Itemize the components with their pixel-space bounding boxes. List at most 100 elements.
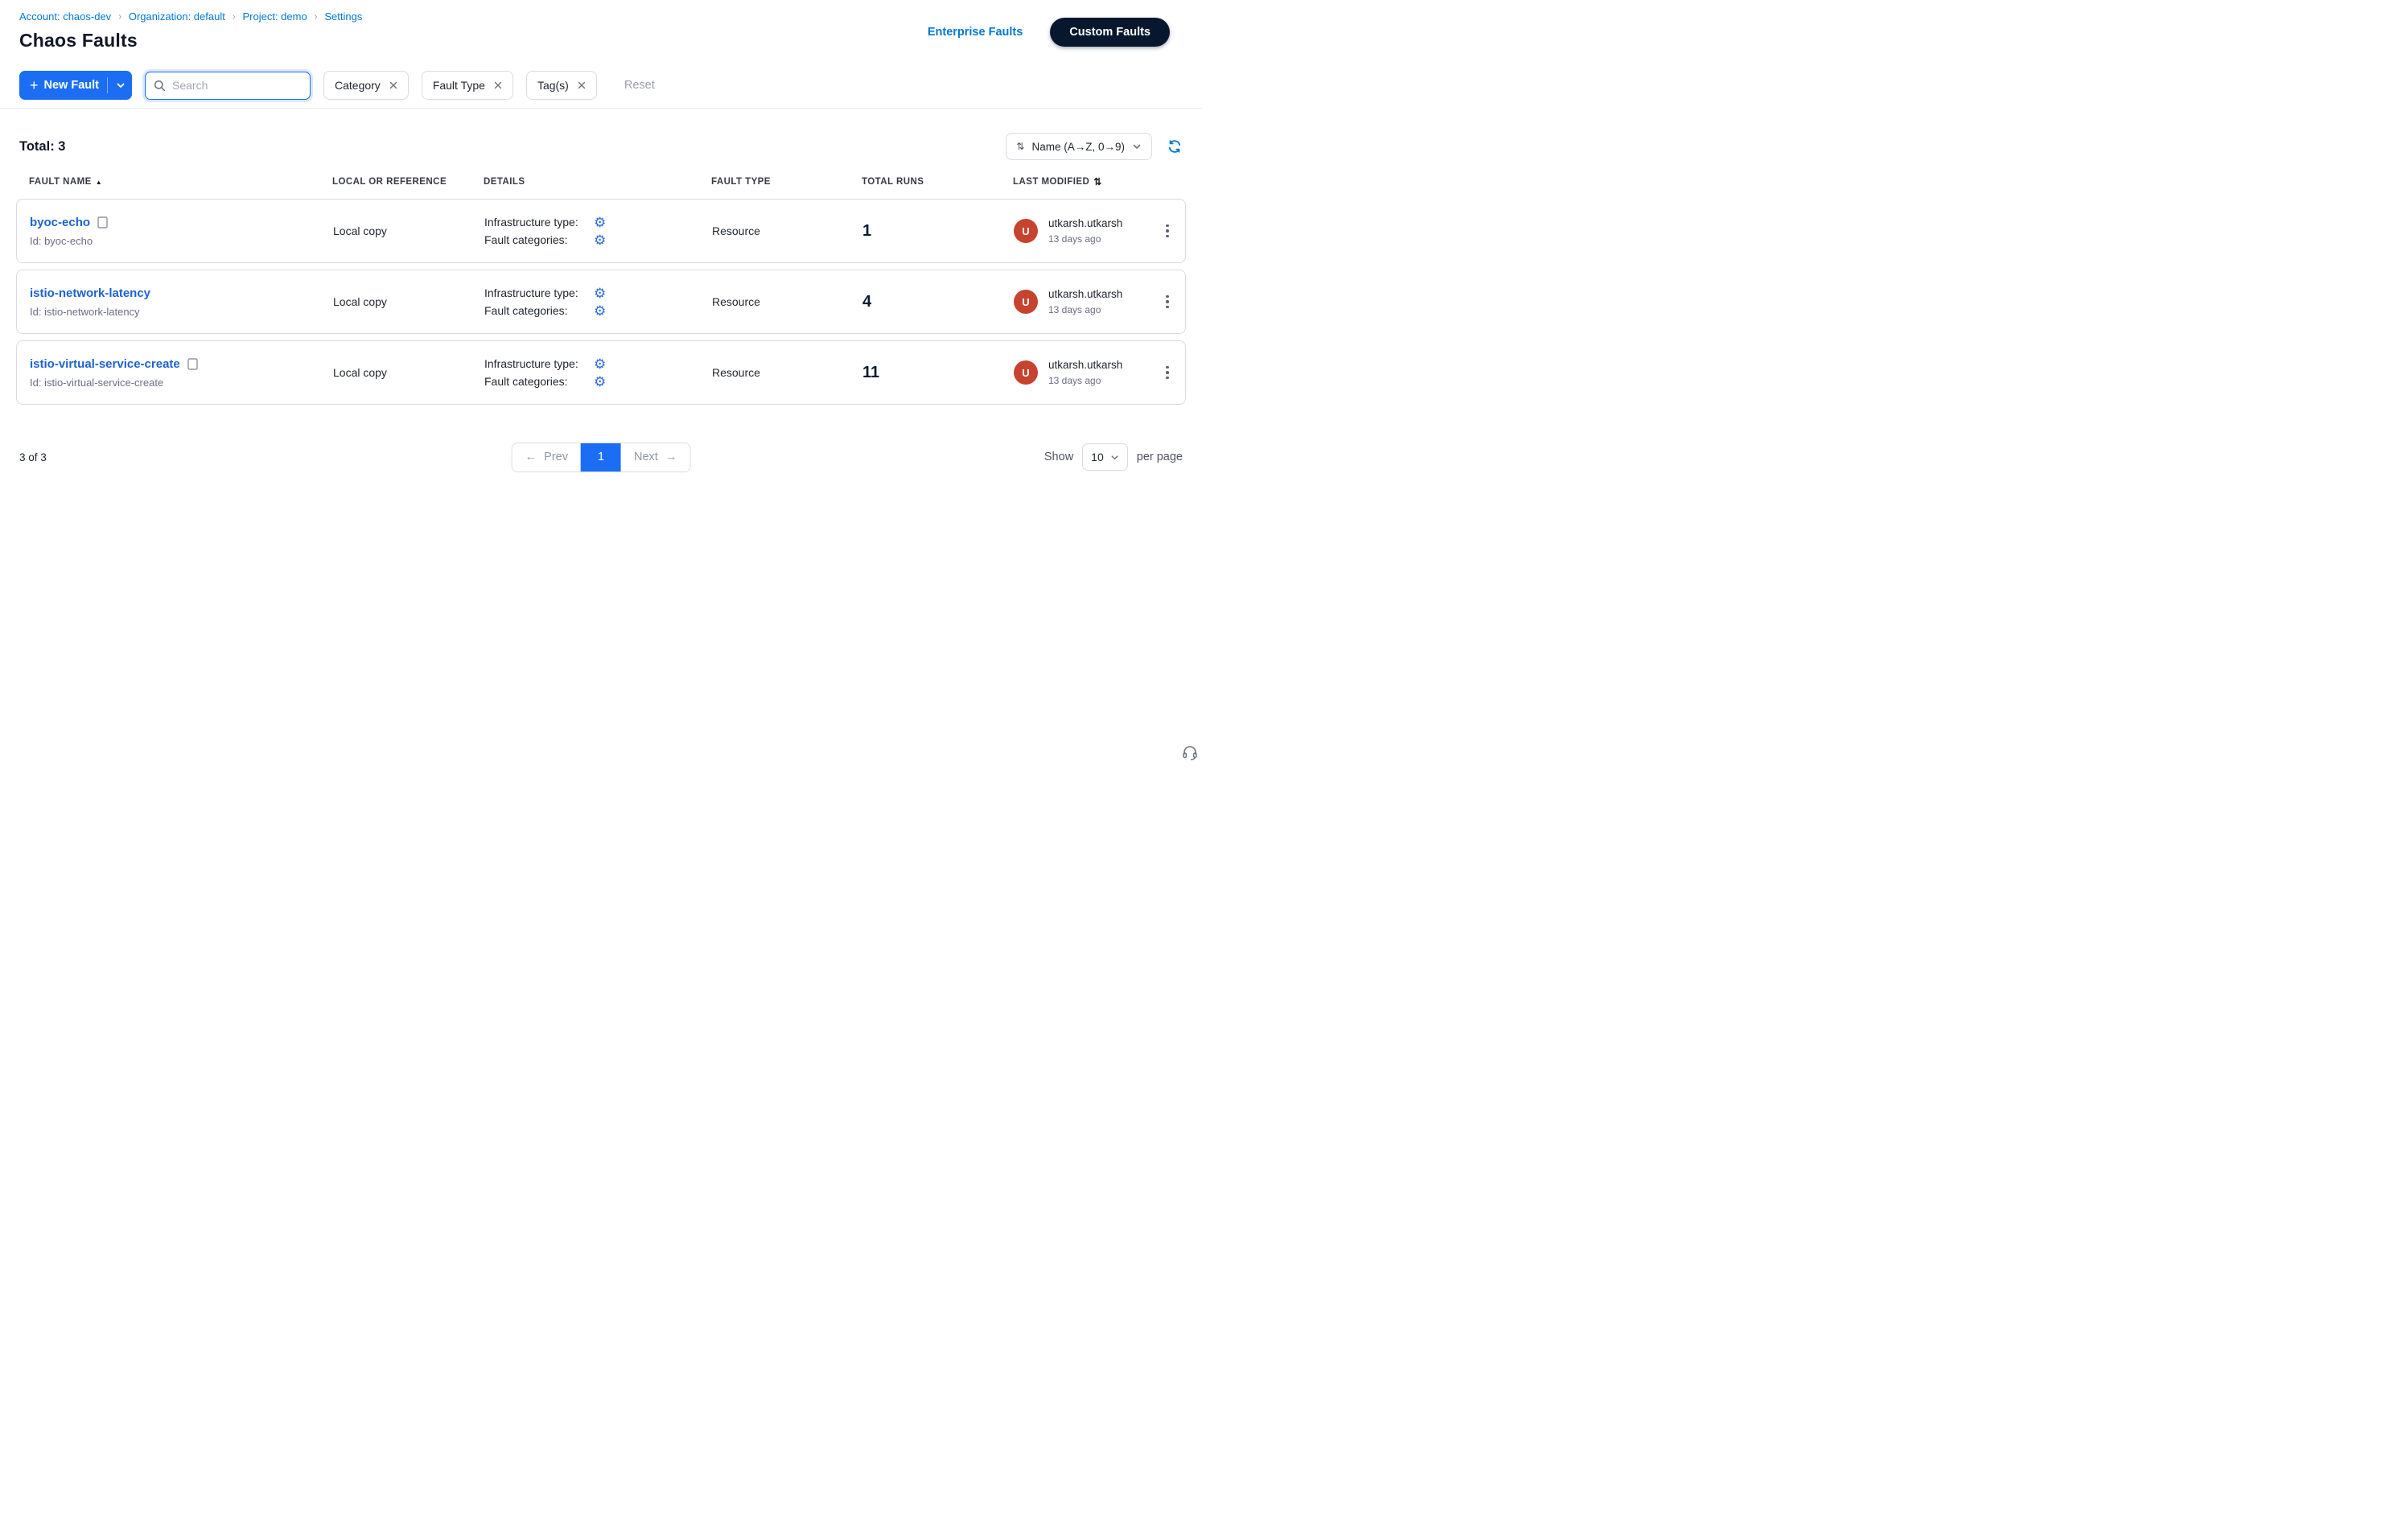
breadcrumb-project[interactable]: Project: demo <box>243 10 307 23</box>
sort-updown-icon: ⇅ <box>1093 176 1102 187</box>
button-divider <box>107 77 108 93</box>
details-cell: Infrastructure type: ⚙ Fault categories:… <box>484 283 712 320</box>
last-modified-cell: U utkarsh.utkarsh 13 days ago <box>1014 217 1150 245</box>
close-icon[interactable] <box>578 81 586 89</box>
row-menu-button[interactable] <box>1161 220 1174 243</box>
fault-categories-label: Fault categories: <box>484 303 582 319</box>
doc-icon[interactable] <box>97 216 108 229</box>
details-cell: Infrastructure type: ⚙ Fault categories:… <box>484 354 712 391</box>
total-runs-cell: 1 <box>862 222 1014 241</box>
avatar: U <box>1014 219 1038 243</box>
page-size-select[interactable]: 10 <box>1082 443 1128 471</box>
breadcrumb-separator-icon: › <box>118 10 121 22</box>
page-number-button[interactable]: 1 <box>581 443 621 471</box>
page-header: Account: chaos-dev › Organization: defau… <box>0 0 1202 63</box>
search-input[interactable] <box>172 79 302 92</box>
filter-tags[interactable]: Tag(s) <box>526 71 597 100</box>
kubernetes-gear-icon: ⚙ <box>594 286 606 300</box>
fault-table-body: byoc-echo Id: byoc-echo Local copy Infra… <box>16 199 1186 405</box>
arrow-right-icon: → <box>665 451 677 463</box>
avatar: U <box>1014 290 1038 314</box>
close-icon[interactable] <box>494 81 502 89</box>
modified-at: 13 days ago <box>1048 304 1122 315</box>
breadcrumb-settings[interactable]: Settings <box>324 10 362 23</box>
new-fault-label: New Fault <box>44 79 99 92</box>
filter-fault-type-label: Fault Type <box>433 79 485 92</box>
chevron-down-icon[interactable] <box>116 80 126 90</box>
modified-by: utkarsh.utkarsh <box>1048 288 1122 300</box>
fault-name-cell: istio-virtual-service-create Id: istio-v… <box>30 357 333 389</box>
search-icon <box>154 80 166 92</box>
pagination-row: 3 of 3 ← Prev 1 Next → Show 10 per pag <box>19 442 1183 472</box>
filter-category[interactable]: Category <box>323 71 409 100</box>
search-box <box>145 72 311 100</box>
kubernetes-gear-icon: ⚙ <box>594 357 606 371</box>
per-page-label: per page <box>1137 451 1183 463</box>
total-runs-cell: 11 <box>862 364 1014 382</box>
doc-icon[interactable] <box>187 358 198 370</box>
modified-at: 13 days ago <box>1048 375 1122 386</box>
filter-fault-type[interactable]: Fault Type <box>422 71 513 100</box>
sort-asc-icon: ▲ <box>96 179 102 186</box>
reset-filters-link[interactable]: Reset <box>624 79 655 92</box>
kubernetes-gear-icon: ⚙ <box>594 375 606 389</box>
support-headset-icon[interactable] <box>1181 743 1199 765</box>
kubernetes-gear-icon: ⚙ <box>594 233 606 247</box>
sort-icon: ⇅ <box>1016 141 1024 152</box>
column-header-local-or-reference: LOCAL OR REFERENCE <box>332 177 484 187</box>
filter-category-label: Category <box>335 79 381 92</box>
table-row: istio-virtual-service-create Id: istio-v… <box>16 340 1186 405</box>
content-top: Total: 3 ⇅ Name (A→Z, 0→9) <box>19 133 1183 160</box>
breadcrumb-organization[interactable]: Organization: default <box>129 10 225 23</box>
chevron-down-icon <box>1132 142 1142 151</box>
fault-name-cell: istio-network-latency Id: istio-network-… <box>30 286 333 318</box>
infrastructure-type-label: Infrastructure type: <box>484 356 582 372</box>
breadcrumb-account[interactable]: Account: chaos-dev <box>19 10 111 23</box>
total-count-label: Total: 3 <box>19 139 65 154</box>
fault-name-link[interactable]: istio-virtual-service-create <box>30 357 180 371</box>
refresh-button[interactable] <box>1167 138 1183 154</box>
kubernetes-gear-icon: ⚙ <box>594 216 606 229</box>
sort-dropdown[interactable]: ⇅ Name (A→Z, 0→9) <box>1006 133 1152 160</box>
row-menu-button[interactable] <box>1161 290 1174 314</box>
header-actions: Enterprise Faults Custom Faults <box>928 18 1170 47</box>
breadcrumb-separator-icon: › <box>315 10 318 22</box>
next-page-button[interactable]: Next → <box>621 443 690 471</box>
pagination-summary: 3 of 3 <box>19 451 47 463</box>
local-or-reference-cell: Local copy <box>333 224 484 237</box>
breadcrumb-separator-icon: › <box>233 10 236 22</box>
show-label: Show <box>1044 451 1073 463</box>
fault-name-link[interactable]: byoc-echo <box>30 216 90 229</box>
fault-name-cell: byoc-echo Id: byoc-echo <box>30 216 333 247</box>
table-row: byoc-echo Id: byoc-echo Local copy Infra… <box>16 199 1186 263</box>
local-or-reference-cell: Local copy <box>333 366 484 379</box>
fault-type-cell: Resource <box>712 295 862 308</box>
new-fault-button[interactable]: + New Fault <box>19 71 132 100</box>
page-size-value: 10 <box>1091 451 1104 463</box>
column-header-last-modified[interactable]: LAST MODIFIED ⇅ <box>1013 176 1138 187</box>
chevron-down-icon <box>1110 453 1119 462</box>
filter-tags-label: Tag(s) <box>537 79 569 92</box>
local-or-reference-cell: Local copy <box>333 295 484 308</box>
row-menu-button[interactable] <box>1161 361 1174 385</box>
kubernetes-gear-icon: ⚙ <box>594 304 606 318</box>
sort-dropdown-value: Name (A→Z, 0→9) <box>1031 141 1125 153</box>
modified-by: utkarsh.utkarsh <box>1048 359 1122 371</box>
details-cell: Infrastructure type: ⚙ Fault categories:… <box>484 212 712 249</box>
fault-id: Id: istio-virtual-service-create <box>30 377 333 389</box>
fault-id: Id: byoc-echo <box>30 235 333 247</box>
column-header-details: DETAILS <box>484 177 711 187</box>
content: Total: 3 ⇅ Name (A→Z, 0→9) <box>0 133 1202 472</box>
infrastructure-type-label: Infrastructure type: <box>484 285 582 301</box>
enterprise-faults-link[interactable]: Enterprise Faults <box>928 26 1023 39</box>
avatar: U <box>1014 360 1038 385</box>
fault-type-cell: Resource <box>712 366 862 379</box>
prev-page-button[interactable]: ← Prev <box>512 443 581 471</box>
column-header-fault-name[interactable]: FAULT NAME ▲ <box>29 177 332 187</box>
fault-type-cell: Resource <box>712 224 862 237</box>
fault-name-link[interactable]: istio-network-latency <box>30 286 150 300</box>
toolbar: + New Fault Category Fault Type <box>0 63 1202 109</box>
close-icon[interactable] <box>389 81 397 89</box>
modified-at: 13 days ago <box>1048 233 1122 245</box>
custom-faults-button[interactable]: Custom Faults <box>1050 18 1170 47</box>
